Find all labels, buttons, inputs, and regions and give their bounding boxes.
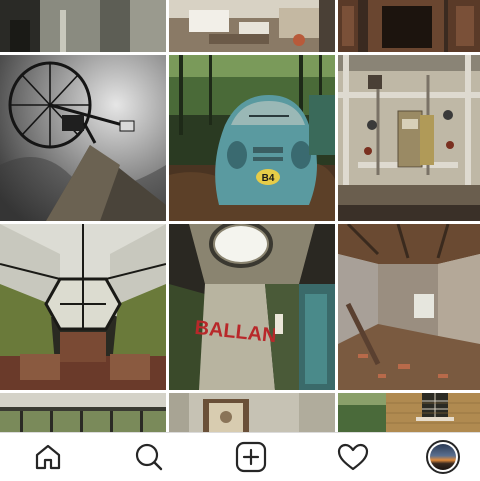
heart-icon bbox=[337, 443, 369, 471]
photo-tile-ornate-fireplace[interactable] bbox=[338, 0, 480, 52]
nav-add-post-button[interactable] bbox=[203, 433, 299, 481]
home-icon bbox=[35, 444, 61, 470]
add-post-icon bbox=[235, 441, 267, 473]
car-plate-text: B4 bbox=[262, 173, 275, 184]
photo-tile-satellite-dish[interactable] bbox=[0, 55, 166, 221]
search-icon bbox=[135, 443, 163, 471]
photo-tile-beetle-car[interactable]: B4 bbox=[169, 55, 335, 221]
bottom-navigation-bar bbox=[0, 432, 480, 480]
photo-tile-framed-picture-wall[interactable] bbox=[169, 393, 335, 432]
nav-activity-button[interactable] bbox=[305, 433, 401, 481]
photo-tile-geometric-dome-room[interactable] bbox=[0, 224, 166, 390]
photo-tile-collapsed-room[interactable] bbox=[338, 224, 480, 390]
photo-tile-brick-facade[interactable] bbox=[338, 393, 480, 432]
profile-avatar-image bbox=[430, 444, 456, 470]
profile-avatar bbox=[426, 440, 460, 474]
nav-home-button[interactable] bbox=[0, 433, 96, 481]
nav-profile-button[interactable] bbox=[406, 433, 480, 481]
nav-search-button[interactable] bbox=[101, 433, 197, 481]
photo-tile-cluttered-room[interactable] bbox=[169, 0, 335, 52]
photo-tile-abandoned-tower-corner[interactable] bbox=[0, 0, 166, 52]
photo-tile-graffiti-corridor[interactable]: BALLAN bbox=[169, 224, 335, 390]
photo-tile-boiler-room-pipes[interactable] bbox=[338, 55, 480, 221]
photo-grid: B4 BALLAN bbox=[0, 0, 480, 432]
photo-tile-window-ledge[interactable] bbox=[0, 393, 166, 432]
